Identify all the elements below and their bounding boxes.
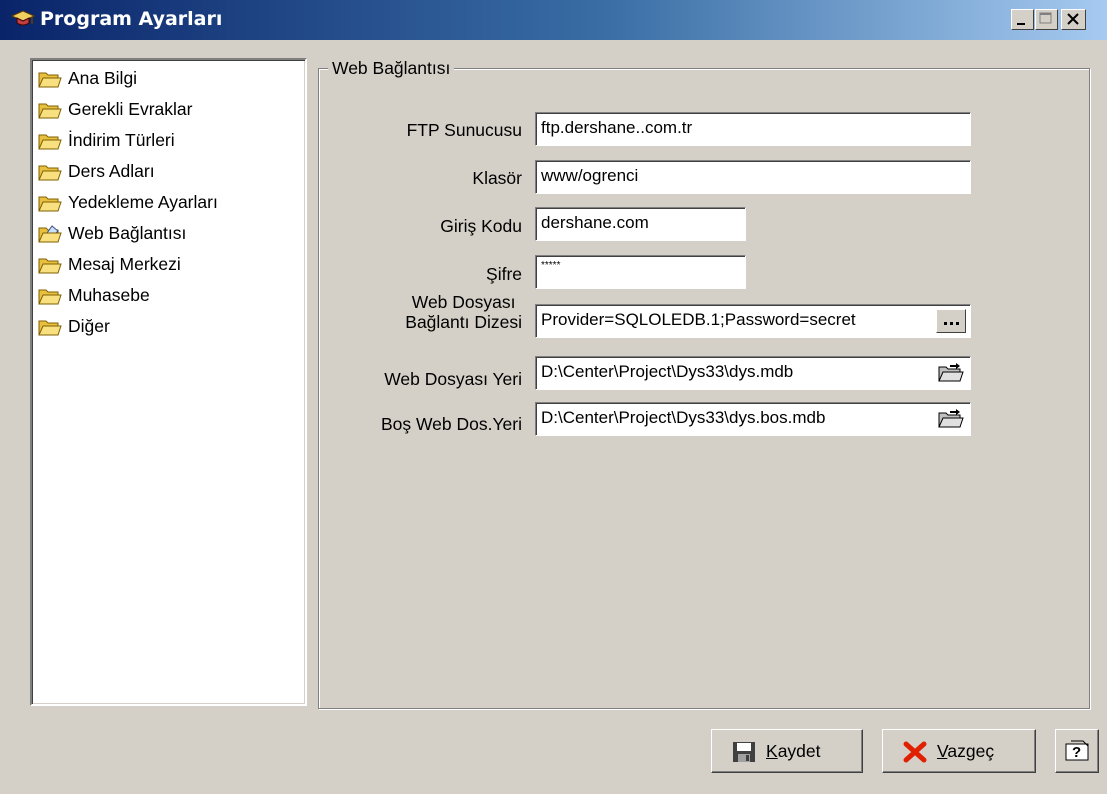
ftp-server-field[interactable]: ftp.dershane..com.tr [535, 112, 971, 146]
folder-icon [38, 130, 62, 152]
ellipsis-icon [944, 322, 959, 325]
minimize-button[interactable] [1011, 9, 1034, 30]
password-label: Şifre [486, 264, 522, 284]
svg-text:?: ? [1072, 744, 1081, 761]
tree-item-ders-adlari[interactable]: Ders Adları [38, 158, 300, 188]
folder-icon [38, 285, 62, 307]
connstr-label: Web Dosyası Bağlantı Dizesi [405, 292, 522, 332]
folder-icon [38, 316, 62, 338]
folder-icon [38, 192, 62, 214]
open-emptyfile-button[interactable] [934, 407, 966, 431]
close-button[interactable] [1061, 9, 1086, 30]
graduation-cap-icon [10, 8, 36, 30]
emptyfile-label: Boş Web Dos.Yeri [380, 414, 522, 434]
red-x-icon [903, 741, 927, 768]
tree-item-label: Yedekleme Ayarları [68, 192, 218, 212]
floppy-disk-icon [732, 741, 756, 768]
folder-icon [38, 254, 62, 276]
browse-connstr-button[interactable] [936, 309, 966, 333]
tree-item-label: Ana Bilgi [68, 68, 138, 88]
open-folder-icon [938, 409, 964, 428]
cancel-button[interactable]: Vazgeç [882, 729, 1036, 773]
empty-web-file-path-field[interactable]: D:\Center\Project\Dys33\dys.bos.mdb [535, 402, 971, 436]
login-code-field[interactable]: dershane.com [535, 207, 746, 241]
tree-item-label: İndirim Türleri [68, 130, 175, 150]
tree-item-label: Gerekli Evraklar [68, 99, 193, 119]
tree-item-muhasebe[interactable]: Muhasebe [38, 282, 300, 312]
tree-item-mesaj-merkezi[interactable]: Mesaj Merkezi [38, 251, 300, 281]
tree-item-diger[interactable]: Diğer [38, 313, 300, 343]
folder-icon [38, 161, 62, 183]
groupbox-title: Web Bağlantısı [328, 58, 455, 79]
connstr-label-line2: Bağlantı Dizesi [405, 312, 522, 332]
login-label: Giriş Kodu [440, 216, 522, 236]
open-webfile-button[interactable] [934, 361, 966, 385]
password-field[interactable]: ***** [535, 255, 746, 289]
folder-open-icon [38, 223, 62, 245]
ftp-label: FTP Sunucusu [406, 120, 522, 140]
tree-item-web-baglantisi[interactable]: Web Bağlantısı [38, 220, 300, 250]
save-label: Kaydet [766, 741, 821, 761]
tree-item-gerekli-evraklar[interactable]: Gerekli Evraklar [38, 96, 300, 126]
open-folder-icon [938, 363, 964, 382]
connection-string-field[interactable]: Provider=SQLOLEDB.1;Password=secret [535, 304, 971, 338]
help-icon: ? [1063, 738, 1093, 769]
webfile-label: Web Dosyası Yeri [384, 369, 522, 389]
tree-item-label: Mesaj Merkezi [68, 254, 181, 274]
folder-icon [38, 68, 62, 90]
tree-item-indirim-turleri[interactable]: İndirim Türleri [38, 127, 300, 157]
connstr-label-line1: Web Dosyası [411, 292, 516, 312]
help-button[interactable]: ? [1055, 729, 1099, 773]
tree-item-label: Web Bağlantısı [68, 223, 187, 243]
folder-label: Klasör [472, 168, 522, 188]
save-button[interactable]: Kaydet [711, 729, 863, 773]
title-bar[interactable]: Program Ayarları [0, 0, 1107, 40]
web-file-path-field[interactable]: D:\Center\Project\Dys33\dys.mdb [535, 356, 971, 390]
folder-field[interactable]: www/ogrenci [535, 160, 971, 194]
window-title: Program Ayarları [40, 8, 223, 30]
tree-item-label: Ders Adları [68, 161, 155, 181]
tree-item-ana-bilgi[interactable]: Ana Bilgi [38, 65, 300, 95]
settings-tree[interactable]: Ana Bilgi Gerekli Evraklar İndirim Türle… [30, 58, 307, 706]
tree-item-yedekleme-ayarlari[interactable]: Yedekleme Ayarları [38, 189, 300, 219]
tree-item-label: Muhasebe [68, 285, 150, 305]
cancel-label: Vazgeç [937, 741, 995, 761]
tree-item-label: Diğer [68, 316, 110, 336]
folder-icon [38, 99, 62, 121]
maximize-button[interactable] [1035, 9, 1058, 30]
